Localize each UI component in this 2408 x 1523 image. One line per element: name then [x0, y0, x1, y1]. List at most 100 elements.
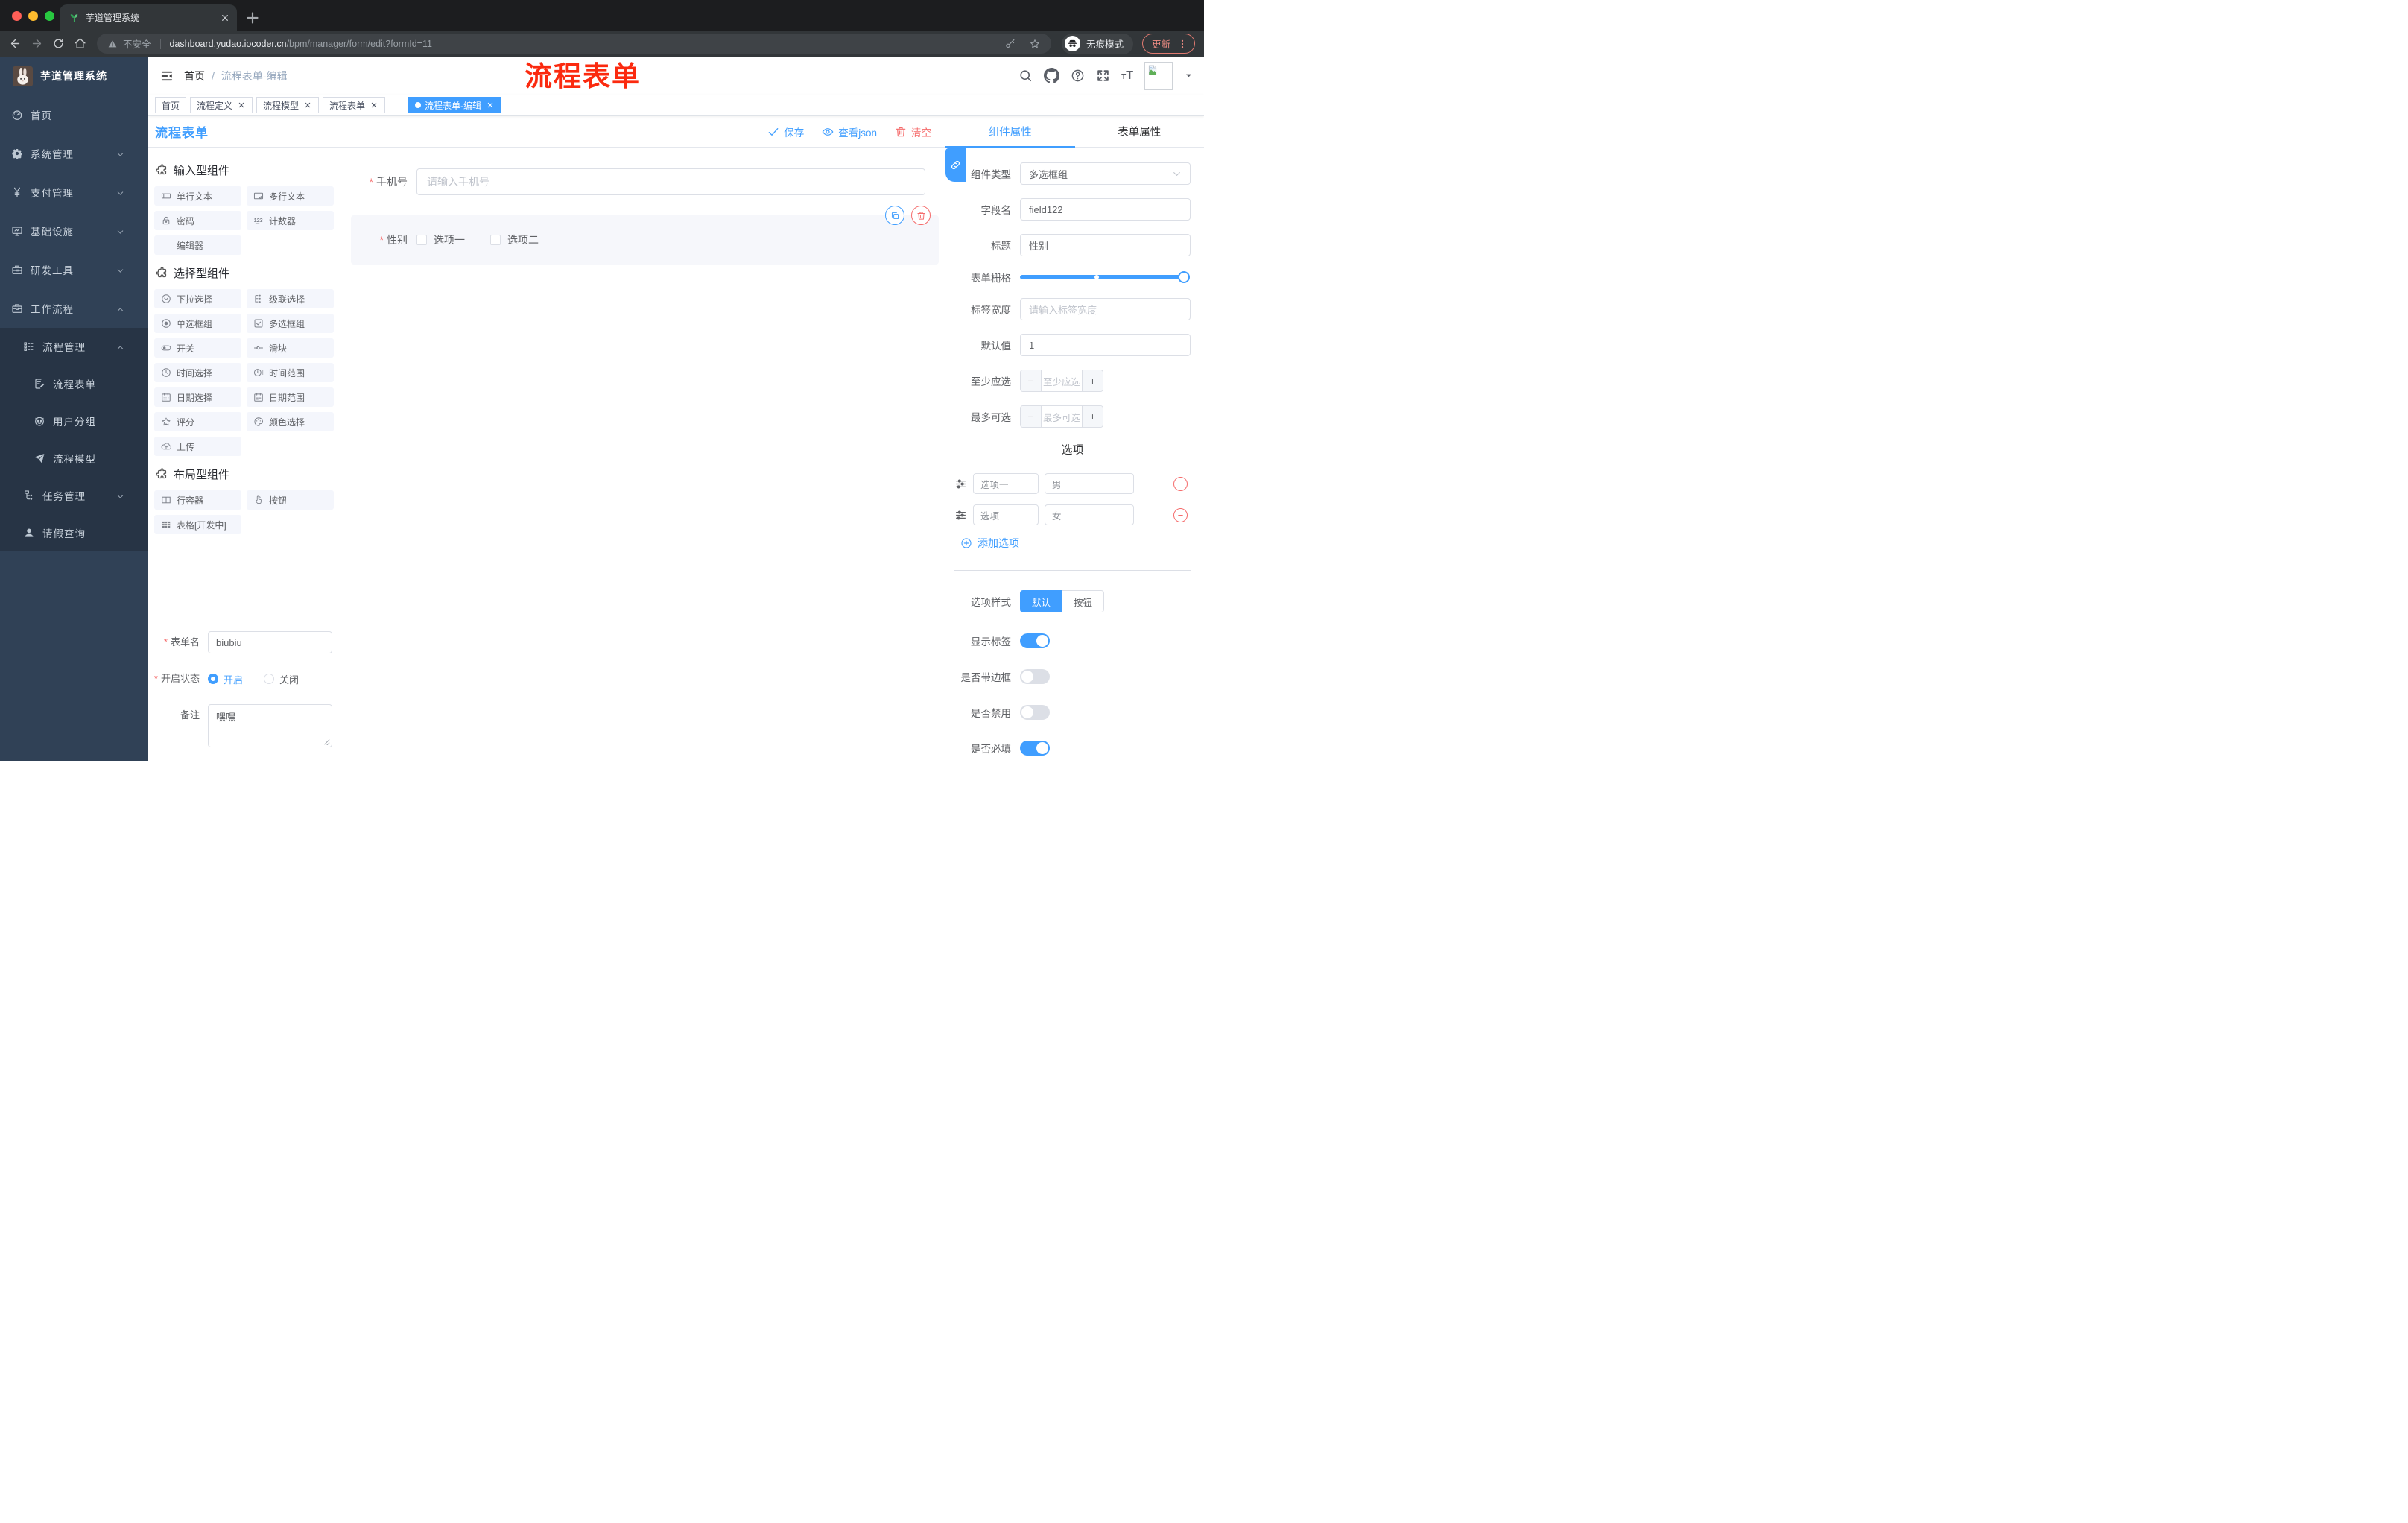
component-chip-checkbox-group[interactable]: 多选框组	[247, 314, 334, 333]
copy-component-button[interactable]	[885, 206, 904, 225]
checkbox[interactable]	[490, 235, 501, 245]
sidebar-item-user-group[interactable]: 用户分组	[0, 402, 148, 440]
title-input[interactable]: 性别	[1020, 234, 1191, 256]
github-icon[interactable]	[1044, 68, 1060, 83]
min-select-value[interactable]: 至少应选	[1042, 370, 1082, 391]
phone-field-row[interactable]: 手机号 请输入手机号	[351, 168, 939, 195]
component-chip-switch[interactable]: 开关	[154, 338, 241, 358]
search-icon[interactable]	[1018, 69, 1033, 83]
add-option-button[interactable]: 添加选项	[960, 536, 1191, 551]
help-icon[interactable]	[1071, 69, 1085, 83]
bookmark-star-icon[interactable]	[1029, 38, 1041, 50]
status-radio-off[interactable]: 关闭	[264, 672, 299, 686]
component-chip-select[interactable]: 下拉选择	[154, 289, 241, 308]
component-chip-radio-group[interactable]: 单选框组	[154, 314, 241, 333]
component-chip-editor[interactable]: 编辑器	[154, 235, 241, 255]
caret-down-icon[interactable]	[1184, 71, 1194, 80]
form-grid-slider[interactable]	[1020, 271, 1190, 283]
default-value-input[interactable]: 1	[1020, 334, 1191, 356]
back-icon[interactable]	[9, 37, 22, 50]
browser-menu-dots-icon[interactable]	[1177, 39, 1188, 49]
delete-component-button[interactable]	[911, 206, 931, 225]
component-chip-password[interactable]: 密码	[154, 211, 241, 230]
browser-tab[interactable]: 芋道管理系统	[60, 4, 237, 31]
slider-handle[interactable]	[1178, 271, 1190, 283]
sidebar-item-process-model[interactable]: 流程模型	[0, 440, 148, 477]
avatar[interactable]	[1144, 61, 1173, 90]
zoom-window-button[interactable]	[45, 11, 54, 21]
option-style-default-button[interactable]: 默认	[1020, 590, 1063, 612]
breadcrumb-home[interactable]: 首页	[184, 69, 205, 83]
reload-icon[interactable]	[52, 37, 65, 50]
component-chip-slider[interactable]: 滑块	[247, 338, 334, 358]
component-chip-input[interactable]: 单行文本	[154, 186, 241, 206]
component-chip-date-picker[interactable]: 日期选择	[154, 387, 241, 407]
drag-handle-icon[interactable]	[954, 509, 967, 522]
phone-input[interactable]: 请输入手机号	[416, 168, 925, 195]
tag-process-definition[interactable]: 流程定义	[190, 97, 253, 113]
component-type-select[interactable]: 多选框组	[1020, 162, 1191, 185]
forward-icon[interactable]	[31, 37, 43, 50]
drag-handle-icon[interactable]	[954, 478, 967, 490]
collapse-sidebar-icon[interactable]	[154, 63, 180, 89]
remove-option-button[interactable]	[1173, 476, 1188, 491]
component-chip-counter[interactable]: 123 计数器	[247, 211, 334, 230]
option-value-input[interactable]: 女	[1045, 504, 1134, 525]
status-radio-on[interactable]: 开启	[208, 672, 243, 686]
tag-home[interactable]: 首页	[155, 97, 187, 113]
option-label-input[interactable]: 选项一	[973, 473, 1039, 494]
sidebar-item-task-management[interactable]: 任务管理	[0, 477, 148, 514]
component-chip-time-range[interactable]: 时间范围	[247, 363, 334, 382]
close-tab-icon[interactable]	[219, 12, 231, 24]
stepper-increase-button[interactable]: +	[1082, 370, 1103, 391]
clear-button[interactable]: 清空	[895, 124, 931, 139]
sidebar-item-process-form[interactable]: 流程表单	[0, 365, 148, 402]
stepper-decrease-button[interactable]: −	[1021, 406, 1042, 427]
tag-process-model[interactable]: 流程模型	[256, 97, 320, 113]
close-window-button[interactable]	[12, 11, 22, 21]
stepper-decrease-button[interactable]: −	[1021, 370, 1042, 391]
sidebar-item-devtools[interactable]: 研发工具	[0, 250, 148, 289]
new-tab-button[interactable]	[243, 8, 262, 28]
font-size-icon[interactable]: TT	[1121, 69, 1133, 82]
max-select-value[interactable]: 最多可选	[1042, 406, 1082, 427]
minimize-window-button[interactable]	[28, 11, 38, 21]
component-chip-table[interactable]: 表格[开发中]	[154, 515, 241, 534]
drawer-handle[interactable]	[945, 148, 966, 182]
sidebar-item-leave-query[interactable]: 请假查询	[0, 514, 148, 551]
option-label-input[interactable]: 选项二	[973, 504, 1039, 525]
fullscreen-icon[interactable]	[1096, 69, 1110, 83]
close-tag-icon[interactable]	[486, 101, 495, 110]
component-chip-rate[interactable]: 评分	[154, 412, 241, 431]
component-chip-date-range[interactable]: 日期范围	[247, 387, 334, 407]
component-chip-textarea[interactable]: 多行文本	[247, 186, 334, 206]
tab-component-props[interactable]: 组件属性	[945, 116, 1075, 148]
tag-process-form-edit[interactable]: 流程表单-编辑	[408, 97, 502, 113]
form-name-input[interactable]: biubiu	[208, 631, 332, 653]
address-bar[interactable]: 不安全 dashboard.yudao.iocoder.cn/bpm/manag…	[97, 34, 1051, 54]
label-width-input[interactable]: 请输入标签宽度	[1020, 298, 1191, 320]
field-name-input[interactable]: field122	[1020, 198, 1191, 221]
sidebar-item-system[interactable]: 系统管理	[0, 134, 148, 173]
option-style-button-button[interactable]: 按钮	[1062, 590, 1105, 612]
toggle-with-border[interactable]	[1020, 669, 1050, 684]
component-chip-button[interactable]: 按钮	[247, 490, 334, 510]
selected-component-block[interactable]: 性别 选项一 选项二	[351, 206, 939, 265]
component-chip-upload[interactable]: 上传	[154, 437, 241, 456]
component-chip-time-picker[interactable]: 时间选择	[154, 363, 241, 382]
textarea-resize-handle[interactable]	[323, 738, 330, 745]
tab-form-props[interactable]: 表单属性	[1075, 116, 1205, 147]
component-chip-color-picker[interactable]: 颜色选择	[247, 412, 334, 431]
form-remark-textarea[interactable]: 嘿嘿	[208, 704, 332, 747]
save-button[interactable]: 保存	[767, 124, 804, 139]
component-chip-row-container[interactable]: 行容器	[154, 490, 241, 510]
option-value-input[interactable]: 男	[1045, 473, 1134, 494]
toggle-show-label[interactable]	[1020, 633, 1050, 648]
sidebar-item-payment[interactable]: 支付管理	[0, 173, 148, 212]
tag-process-form[interactable]: 流程表单	[323, 97, 386, 113]
sidebar-item-workflow[interactable]: 工作流程	[0, 289, 148, 328]
remove-option-button[interactable]	[1173, 507, 1188, 522]
gender-checkbox-option2[interactable]: 选项二	[490, 232, 539, 247]
gender-checkbox-option1[interactable]: 选项一	[416, 232, 465, 247]
close-tag-icon[interactable]	[237, 101, 246, 110]
